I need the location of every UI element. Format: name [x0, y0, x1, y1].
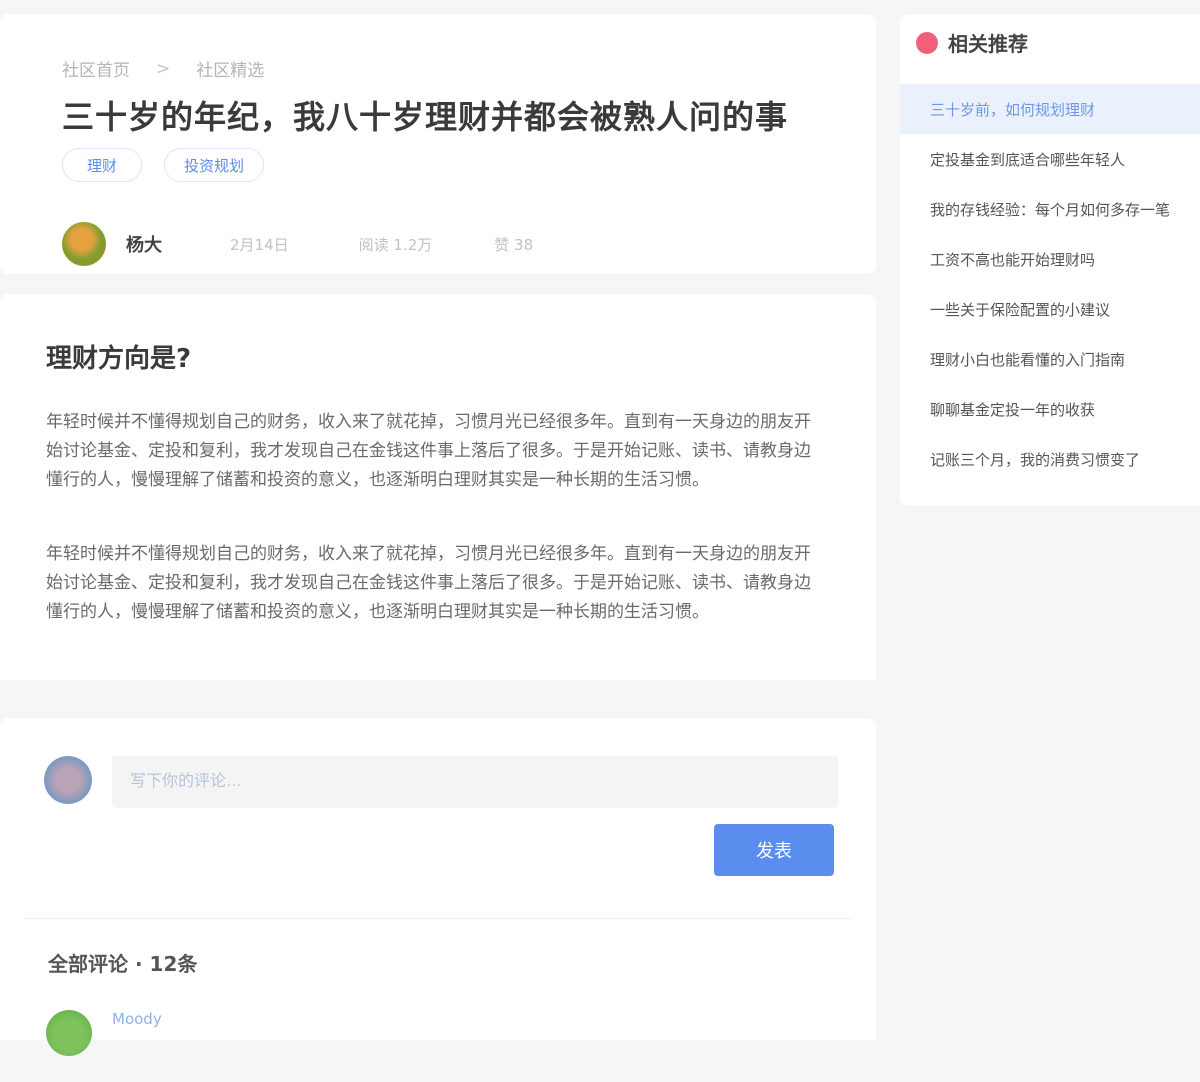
related-item[interactable]: 我的存钱经验：每个月如何多存一笔: [900, 184, 1200, 234]
article-meta: 杨大 2月14日 阅读 1.2万 赞 38: [62, 222, 533, 266]
sidebar-header: 相关推荐: [916, 28, 1028, 57]
page: 社区首页 > 社区精选 三十岁的年纪，我八十岁理财并都会被熟人问的事 理财 投资…: [0, 0, 1200, 1082]
tag-chip[interactable]: 理财: [62, 148, 142, 182]
related-item[interactable]: 工资不高也能开始理财吗: [900, 234, 1200, 284]
related-item[interactable]: 记账三个月，我的消费习惯变了: [900, 434, 1200, 484]
commenter-name[interactable]: Moody: [112, 1010, 162, 1028]
publish-date: 2月14日: [230, 235, 289, 254]
related-list: 三十岁前，如何规划理财 定投基金到底适合哪些年轻人 我的存钱经验：每个月如何多存…: [900, 84, 1200, 484]
author-avatar[interactable]: [62, 222, 106, 266]
related-item[interactable]: 定投基金到底适合哪些年轻人: [900, 134, 1200, 184]
comments-header: 全部评论 · 12条: [48, 952, 198, 976]
related-item[interactable]: 三十岁前，如何规划理财: [900, 84, 1200, 134]
breadcrumb: 社区首页 > 社区精选: [62, 56, 264, 82]
fire-icon: [916, 31, 938, 54]
comment-card: 发表 全部评论 · 12条 Moody: [0, 718, 876, 1056]
section-heading: 理财方向是?: [46, 344, 192, 374]
related-item[interactable]: 理财小白也能看懂的入门指南: [900, 334, 1200, 384]
article-title: 三十岁的年纪，我八十岁理财并都会被熟人问的事: [62, 98, 789, 136]
article-content-card: 理财方向是? 年轻时候并不懂得规划自己的财务，收入来了就花掉，习惯月光已经很多年…: [0, 294, 876, 680]
like-count[interactable]: 赞 38: [494, 234, 533, 255]
commenter-avatar[interactable]: [46, 1010, 92, 1056]
related-item[interactable]: 一些关于保险配置的小建议: [900, 284, 1200, 334]
related-item[interactable]: 聊聊基金定投一年的收获: [900, 384, 1200, 434]
breadcrumb-separator: >: [156, 58, 171, 79]
breadcrumb-current[interactable]: 社区精选: [196, 56, 264, 81]
article-paragraph: 年轻时候并不懂得规划自己的财务，收入来了就花掉，习惯月光已经很多年。直到有一天身…: [46, 412, 811, 490]
article-header-card: 社区首页 > 社区精选 三十岁的年纪，我八十岁理财并都会被熟人问的事 理财 投资…: [0, 14, 876, 274]
article-paragraph: 年轻时候并不懂得规划自己的财务，收入来了就花掉，习惯月光已经很多年。直到有一天身…: [46, 544, 811, 622]
view-count: 阅读 1.2万: [358, 235, 433, 254]
breadcrumb-parent-link[interactable]: 社区首页: [62, 56, 130, 81]
publish-comment-button[interactable]: 发表: [714, 824, 834, 876]
author-name[interactable]: 杨大: [126, 231, 162, 257]
related-sidebar: 相关推荐 三十岁前，如何规划理财 定投基金到底适合哪些年轻人 我的存钱经验：每个…: [900, 14, 1200, 506]
tag-chip[interactable]: 投资规划: [164, 148, 264, 182]
article-tags: 理财 投资规划: [62, 148, 264, 182]
sidebar-title: 相关推荐: [948, 32, 1028, 56]
current-user-avatar: [44, 756, 92, 804]
comment-input[interactable]: [112, 756, 838, 808]
divider: [24, 918, 852, 919]
